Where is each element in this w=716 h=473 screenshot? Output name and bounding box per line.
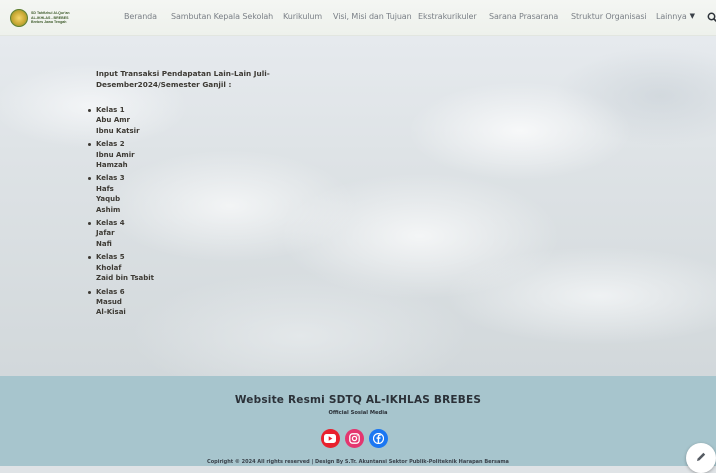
class-member[interactable]: Kholaf	[96, 263, 356, 273]
chevron-down-icon: ▼	[689, 12, 695, 20]
social-links	[0, 429, 712, 448]
footer-title: Website Resmi SDTQ AL-IKHLAS BREBES	[234, 394, 482, 406]
search-icon[interactable]	[707, 12, 716, 22]
nav-visi-misi-tujuan[interactable]: Visi, Misi dan Tujuan	[333, 12, 412, 21]
logo-line-3: Brebes Jawa Tengah	[31, 20, 67, 25]
footer-copyright: Copiright © 2024 All rights reserved | D…	[207, 459, 509, 465]
class-member[interactable]: Abu Amr	[96, 115, 356, 125]
class-member[interactable]: Ashim	[96, 205, 356, 215]
youtube-icon[interactable]	[320, 429, 340, 448]
class-item[interactable]: Kelas 1	[88, 105, 356, 115]
nav-sambutan-kepala-sekolah[interactable]: Sambutan Kepala Sekolah	[171, 12, 273, 21]
class-member[interactable]: Ibnu Katsir	[96, 126, 356, 136]
nav-lainnya-label: Lainnya	[656, 12, 687, 21]
nav-ekstrakurikuler[interactable]: Ekstrakurikuler	[418, 12, 477, 21]
nav-lainnya[interactable]: Lainnya ▼	[656, 12, 695, 21]
footer-subtitle: Official Sosial Media	[328, 410, 388, 416]
logo-text: SD Tahfizhul Al-Qur'an AL-IKHLAS - BREBE…	[31, 11, 70, 25]
nav-struktur-organisasi[interactable]: Struktur Organisasi	[571, 12, 647, 21]
pencil-icon	[697, 452, 706, 461]
nav-sarana-prasarana[interactable]: Sarana Prasarana	[489, 12, 558, 21]
instagram-icon[interactable]	[344, 429, 364, 448]
school-emblem-icon	[10, 9, 28, 27]
class-list: Kelas 1 Abu Amr Ibnu Katsir Kelas 2 Ibnu…	[88, 105, 356, 318]
site-logo[interactable]: SD Tahfizhul Al-Qur'an AL-IKHLAS - BREBE…	[10, 5, 76, 31]
class-member[interactable]: Masud	[96, 297, 356, 307]
class-item[interactable]: Kelas 6	[88, 287, 356, 297]
class-member[interactable]: Hafs	[96, 184, 356, 194]
class-member[interactable]: Yaqub	[96, 194, 356, 204]
class-member[interactable]: Zaid bin Tsabit	[96, 273, 356, 283]
class-member[interactable]: Hamzah	[96, 160, 356, 170]
edit-button[interactable]	[686, 443, 716, 473]
class-member[interactable]: Al-Kisai	[96, 307, 356, 317]
class-item[interactable]: Kelas 3	[88, 173, 356, 183]
class-member[interactable]: Ibnu Amir	[96, 150, 356, 160]
site-header: SD Tahfizhul Al-Qur'an AL-IKHLAS - BREBE…	[0, 0, 716, 36]
hero-section: Input Transaksi Pendapatan Lain-Lain Jul…	[0, 36, 716, 376]
page-title: Input Transaksi Pendapatan Lain-Lain Jul…	[96, 69, 270, 89]
class-member[interactable]: Jafar	[96, 228, 356, 238]
page-content: Input Transaksi Pendapatan Lain-Lain Jul…	[88, 68, 356, 318]
site-footer: Website Resmi SDTQ AL-IKHLAS BREBES Offi…	[0, 376, 716, 466]
class-item[interactable]: Kelas 2	[88, 139, 356, 149]
class-member[interactable]: Nafi	[96, 239, 356, 249]
class-item[interactable]: Kelas 4	[88, 218, 356, 228]
nav-beranda[interactable]: Beranda	[124, 12, 157, 21]
class-item[interactable]: Kelas 5	[88, 252, 356, 262]
nav-kurikulum[interactable]: Kurikulum	[283, 12, 322, 21]
facebook-icon[interactable]	[368, 429, 388, 448]
